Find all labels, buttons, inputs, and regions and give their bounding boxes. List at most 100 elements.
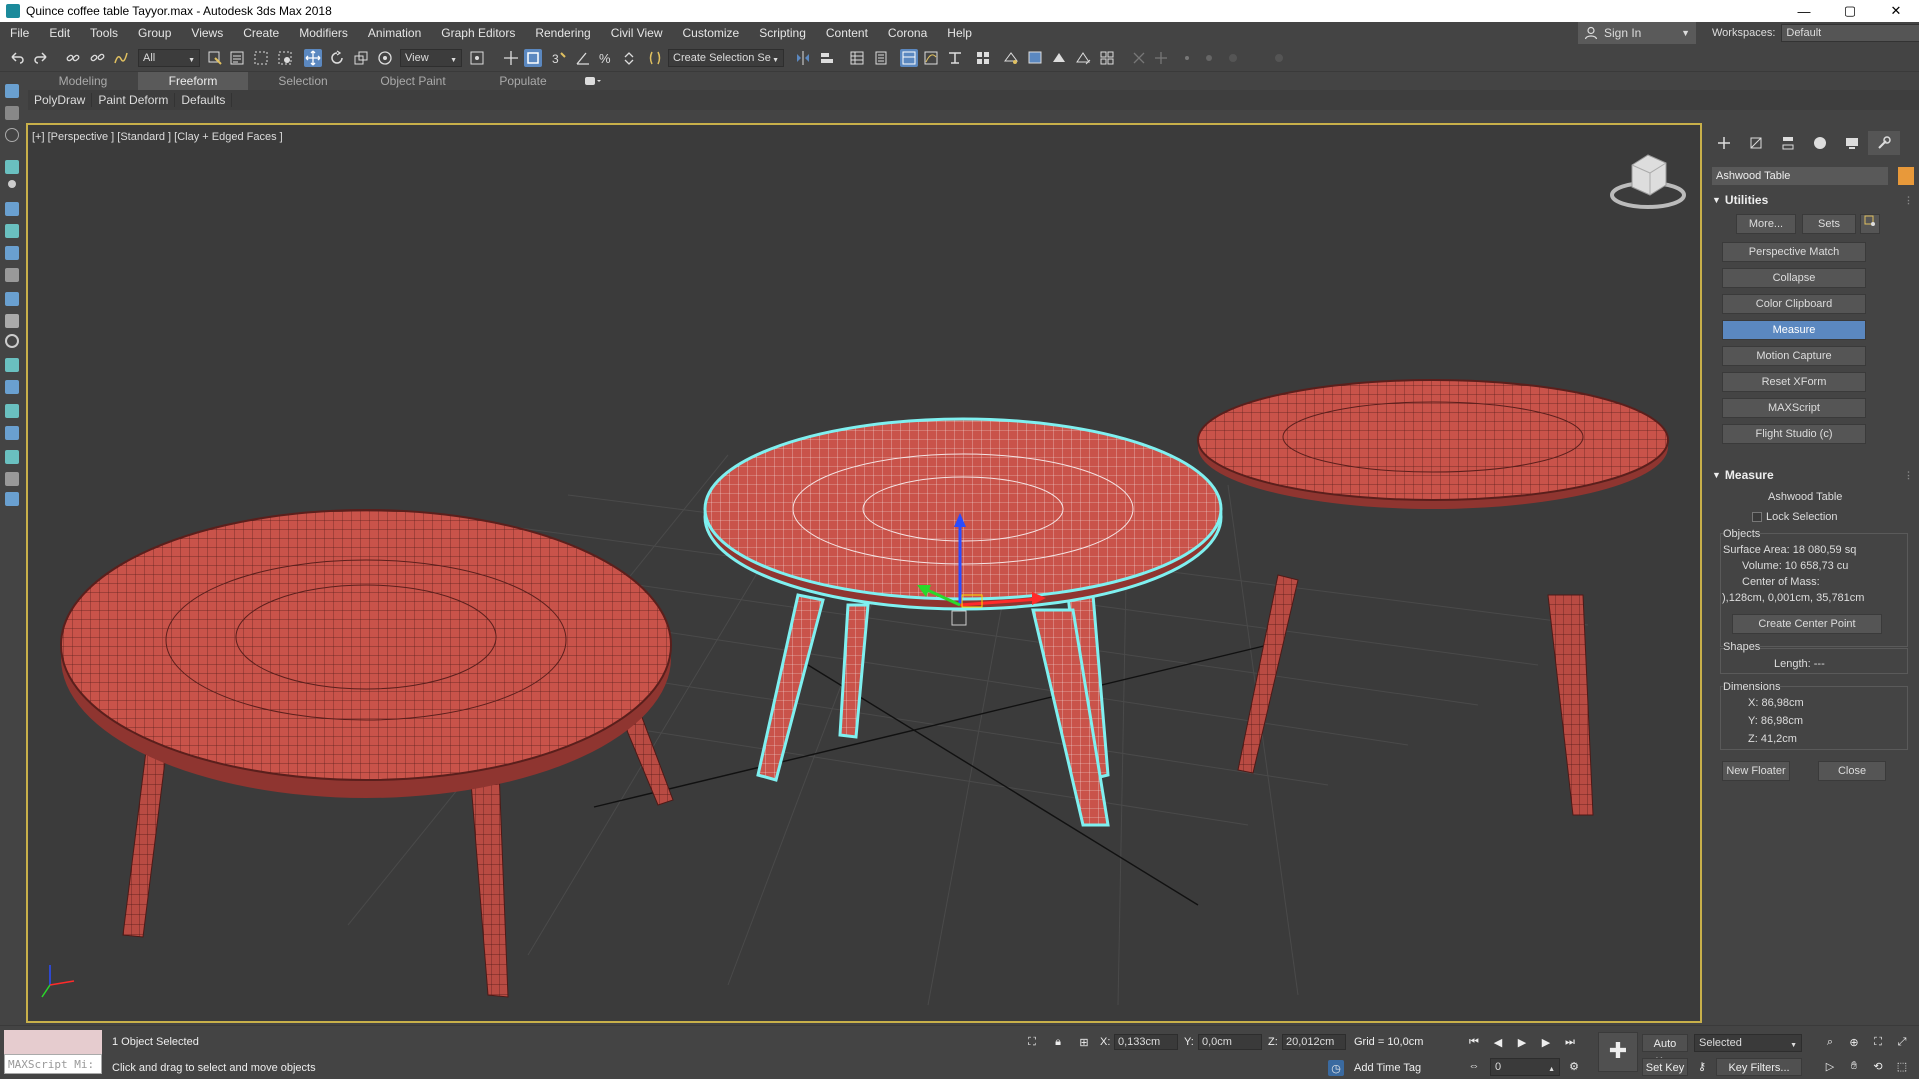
menu-corona[interactable]: Corona	[878, 22, 937, 44]
render-setup-icon[interactable]	[1002, 49, 1020, 67]
rotate-icon[interactable]	[5, 334, 19, 348]
play-icon[interactable]: ▶	[1514, 1034, 1530, 1050]
orbit-icon[interactable]: ⟲	[1870, 1058, 1886, 1074]
defaults-button[interactable]: Defaults	[175, 93, 233, 107]
tab-populate[interactable]: Populate	[468, 72, 578, 90]
measure-button[interactable]: Measure	[1722, 320, 1866, 340]
zoom-extents-icon[interactable]: ⛶	[1870, 1034, 1886, 1050]
hierarchy-tab[interactable]	[1772, 131, 1804, 155]
list-icon[interactable]	[5, 268, 19, 282]
window-crossing-icon[interactable]	[276, 49, 294, 67]
lock-selection-checkbox[interactable]: Lock Selection	[1752, 511, 1838, 523]
menu-modifiers[interactable]: Modifiers	[289, 22, 358, 44]
menu-edit[interactable]: Edit	[39, 22, 80, 44]
create-selection-icon[interactable]	[5, 84, 19, 98]
go-to-start-icon[interactable]: ⏮	[1466, 1034, 1482, 1050]
menu-views[interactable]: Views	[181, 22, 233, 44]
zoom-all-icon[interactable]: ⊕	[1846, 1034, 1862, 1050]
undo-icon[interactable]	[8, 49, 26, 67]
reference-coordinate-dropdown[interactable]: View ▼	[400, 49, 462, 67]
modify-tab[interactable]	[1740, 131, 1772, 155]
rendered-frame-window-icon[interactable]	[1026, 49, 1044, 67]
new-floater-button[interactable]: New Floater	[1722, 761, 1790, 781]
maxscript-listener[interactable]: MAXScript Mi:	[4, 1030, 102, 1076]
unlink-icon[interactable]	[88, 49, 106, 67]
mirror-icon[interactable]	[794, 49, 812, 67]
collapse-button[interactable]: Collapse	[1722, 268, 1866, 288]
create-tab[interactable]	[1708, 131, 1740, 155]
menu-civil-view[interactable]: Civil View	[601, 22, 673, 44]
select-and-manipulate-icon[interactable]	[502, 49, 520, 67]
select-and-rotate-icon[interactable]	[328, 49, 346, 67]
reset-xform-button[interactable]: Reset XForm	[1722, 372, 1866, 392]
corona-interactive-icon[interactable]	[1152, 49, 1170, 67]
ribbon-options-button[interactable]	[578, 72, 608, 90]
menu-customize[interactable]: Customize	[673, 22, 750, 44]
corona-circle-icon[interactable]	[1200, 49, 1218, 67]
menu-create[interactable]: Create	[233, 22, 289, 44]
clone-icon[interactable]	[5, 492, 19, 506]
polydraw-button[interactable]: PolyDraw	[28, 93, 93, 107]
corona-circle-3-icon[interactable]	[1270, 49, 1288, 67]
y-coord-field[interactable]: 0,0cm	[1198, 1034, 1262, 1050]
perspective-viewport[interactable]: [+] [Perspective ] [Standard ] [Clay + E…	[26, 123, 1702, 1023]
menu-group[interactable]: Group	[128, 22, 181, 44]
material-icon[interactable]	[5, 246, 19, 260]
keyboard-shortcut-override-icon[interactable]	[524, 49, 542, 67]
redo-icon[interactable]	[32, 49, 50, 67]
rectangular-selection-icon[interactable]	[252, 49, 270, 67]
pen-icon[interactable]	[5, 314, 19, 328]
color-clipboard-button[interactable]: Color Clipboard	[1722, 294, 1866, 314]
motion-tab[interactable]	[1804, 131, 1836, 155]
tab-selection[interactable]: Selection	[248, 72, 358, 90]
field-of-view-icon[interactable]: ▷	[1822, 1058, 1838, 1074]
go-to-end-icon[interactable]: ⏭	[1562, 1034, 1578, 1050]
create-center-point-button[interactable]: Create Center Point	[1732, 614, 1882, 634]
object-color-swatch[interactable]	[1898, 167, 1914, 185]
key-mode-icon[interactable]: ⇔	[1466, 1058, 1482, 1074]
scene-explorer-tab-icon[interactable]	[5, 106, 19, 120]
noise-icon[interactable]	[5, 450, 19, 464]
key-icon[interactable]: ⚷	[1694, 1058, 1710, 1074]
display-tab[interactable]	[1836, 131, 1868, 155]
time-tag-icon[interactable]: ◷	[1328, 1060, 1344, 1076]
snaps-toggle-icon[interactable]: 3	[550, 49, 568, 67]
maximize-button[interactable]: ▢	[1827, 0, 1873, 22]
orbit-icon[interactable]	[5, 472, 19, 486]
perspective-match-button[interactable]: Perspective Match	[1722, 242, 1866, 262]
menu-animation[interactable]: Animation	[358, 22, 431, 44]
menu-scripting[interactable]: Scripting	[749, 22, 816, 44]
named-selection-sets-dropdown[interactable]: Create Selection Se ▼	[668, 49, 784, 67]
selection-lock-icon[interactable]: 🔒︎	[1050, 1034, 1066, 1050]
close-measure-button[interactable]: Close	[1818, 761, 1886, 781]
material-editor-icon[interactable]	[974, 49, 992, 67]
viewcube[interactable]	[1610, 154, 1686, 209]
maxscript-output[interactable]	[4, 1030, 102, 1054]
scene-explorer-icon[interactable]	[848, 49, 866, 67]
auto-key-button[interactable]: Auto Key	[1642, 1034, 1688, 1068]
menu-rendering[interactable]: Rendering	[525, 22, 600, 44]
isolate-selection-icon[interactable]: ⛶	[1024, 1034, 1040, 1050]
flight-studio-button[interactable]: Flight Studio (c)	[1722, 424, 1866, 444]
modeling-tool-icon[interactable]	[5, 160, 19, 174]
utilities-rollout-header[interactable]: ▼ Utilities ⋮	[1712, 191, 1915, 209]
key-mode-dropdown[interactable]: Selected ▼	[1694, 1034, 1802, 1052]
previous-frame-icon[interactable]: ◀︎	[1490, 1034, 1506, 1050]
menu-content[interactable]: Content	[816, 22, 878, 44]
push-icon[interactable]	[5, 404, 19, 418]
pin-icon[interactable]	[5, 292, 19, 306]
configure-button-sets-button[interactable]	[1860, 214, 1880, 234]
help-icon[interactable]	[5, 128, 19, 142]
select-and-move-icon[interactable]	[304, 49, 322, 67]
select-object-icon[interactable]	[206, 49, 224, 67]
link-icon[interactable]	[64, 49, 82, 67]
select-by-name-icon[interactable]	[228, 49, 246, 67]
brush-icon[interactable]	[5, 224, 19, 238]
relax-icon[interactable]	[5, 358, 19, 372]
align-icon[interactable]	[818, 49, 836, 67]
flatten-icon[interactable]	[5, 426, 19, 440]
select-and-scale-icon[interactable]	[352, 49, 370, 67]
absolute-mode-icon[interactable]: ⊞	[1076, 1034, 1092, 1050]
menu-help[interactable]: Help	[937, 22, 982, 44]
spinner-snap-icon[interactable]	[620, 49, 638, 67]
